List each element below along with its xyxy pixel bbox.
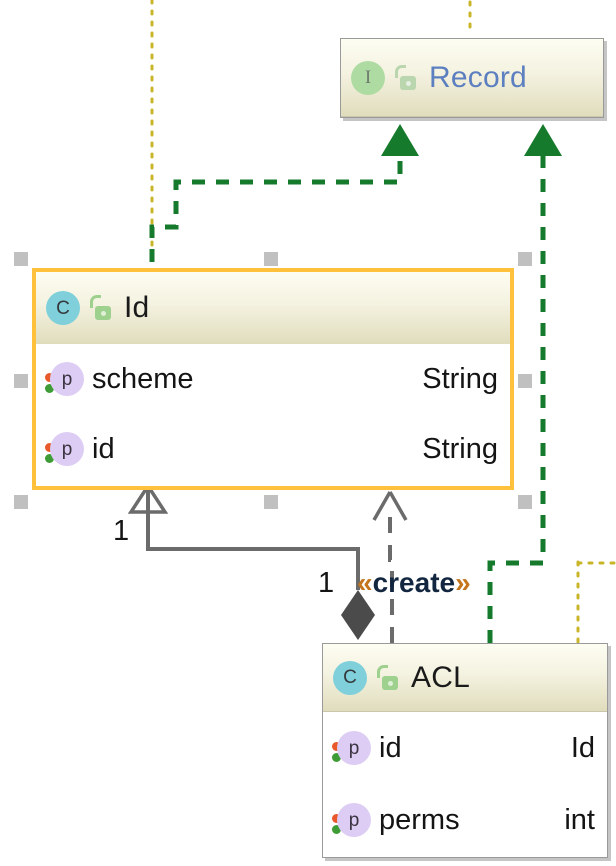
guillemet-close: » [455, 567, 471, 598]
property-icon: p [331, 800, 371, 840]
selection-handle-s[interactable] [264, 495, 278, 509]
stereotype-word: create [372, 567, 456, 598]
attribute-row[interactable]: p id Id [323, 712, 607, 784]
selection-handle-n[interactable] [264, 252, 278, 266]
unlocked-padlock-icon [375, 664, 401, 691]
class-name-id: Id [124, 291, 150, 324]
edge-id-composes-acl [127, 482, 375, 640]
class-header-id: C Id [36, 272, 510, 344]
attribute-type: Id [570, 731, 595, 764]
attribute-type: String [422, 362, 498, 395]
selection-handle-e[interactable] [518, 374, 532, 388]
class-attributes-id: p scheme String p id String [36, 344, 510, 484]
selection-handle-se[interactable] [518, 495, 532, 509]
attribute-type: String [422, 432, 498, 465]
class-name-acl: ACL [411, 660, 470, 694]
attribute-row[interactable]: p scheme String [36, 344, 510, 414]
class-box-id[interactable]: C Id p scheme String p id String [32, 268, 514, 490]
class-icon: C [333, 660, 367, 695]
diagram-canvas[interactable]: I Record C Id p scheme String p id Strin… [0, 0, 616, 866]
attribute-name: id [92, 432, 115, 465]
class-attributes-acl: p id Id p perms int [323, 712, 607, 856]
class-header-record: I Record [341, 39, 603, 117]
unlocked-padlock-icon [393, 64, 419, 91]
class-name-record: Record [429, 60, 527, 94]
attribute-name: id [379, 731, 402, 764]
attribute-name: perms [379, 803, 460, 836]
property-icon: p [331, 728, 371, 768]
attribute-type: int [564, 803, 595, 836]
class-box-acl[interactable]: C ACL p id Id p perms int [322, 643, 608, 858]
attribute-name: scheme [92, 362, 194, 395]
selection-handle-sw[interactable] [14, 495, 28, 509]
property-icon: p [44, 429, 84, 469]
edge-id-realizes-record [149, 124, 419, 262]
guillemet-open: « [357, 567, 373, 598]
stereotype-label-create[interactable]: «create» [357, 567, 471, 599]
multiplicity-label-source[interactable]: 1 [113, 515, 129, 548]
attribute-row[interactable]: p id String [36, 414, 510, 484]
class-icon: C [46, 291, 80, 325]
selection-handle-ne[interactable] [518, 252, 532, 266]
property-icon: p [44, 359, 84, 399]
selection-handle-w[interactable] [14, 374, 28, 388]
class-header-acl: C ACL [323, 644, 607, 712]
selection-handle-nw[interactable] [14, 252, 28, 266]
class-box-record[interactable]: I Record [340, 38, 604, 118]
unlocked-padlock-icon [88, 295, 114, 321]
interface-icon: I [351, 60, 385, 95]
multiplicity-label-target[interactable]: 1 [318, 567, 334, 600]
attribute-row[interactable]: p perms int [323, 784, 607, 856]
